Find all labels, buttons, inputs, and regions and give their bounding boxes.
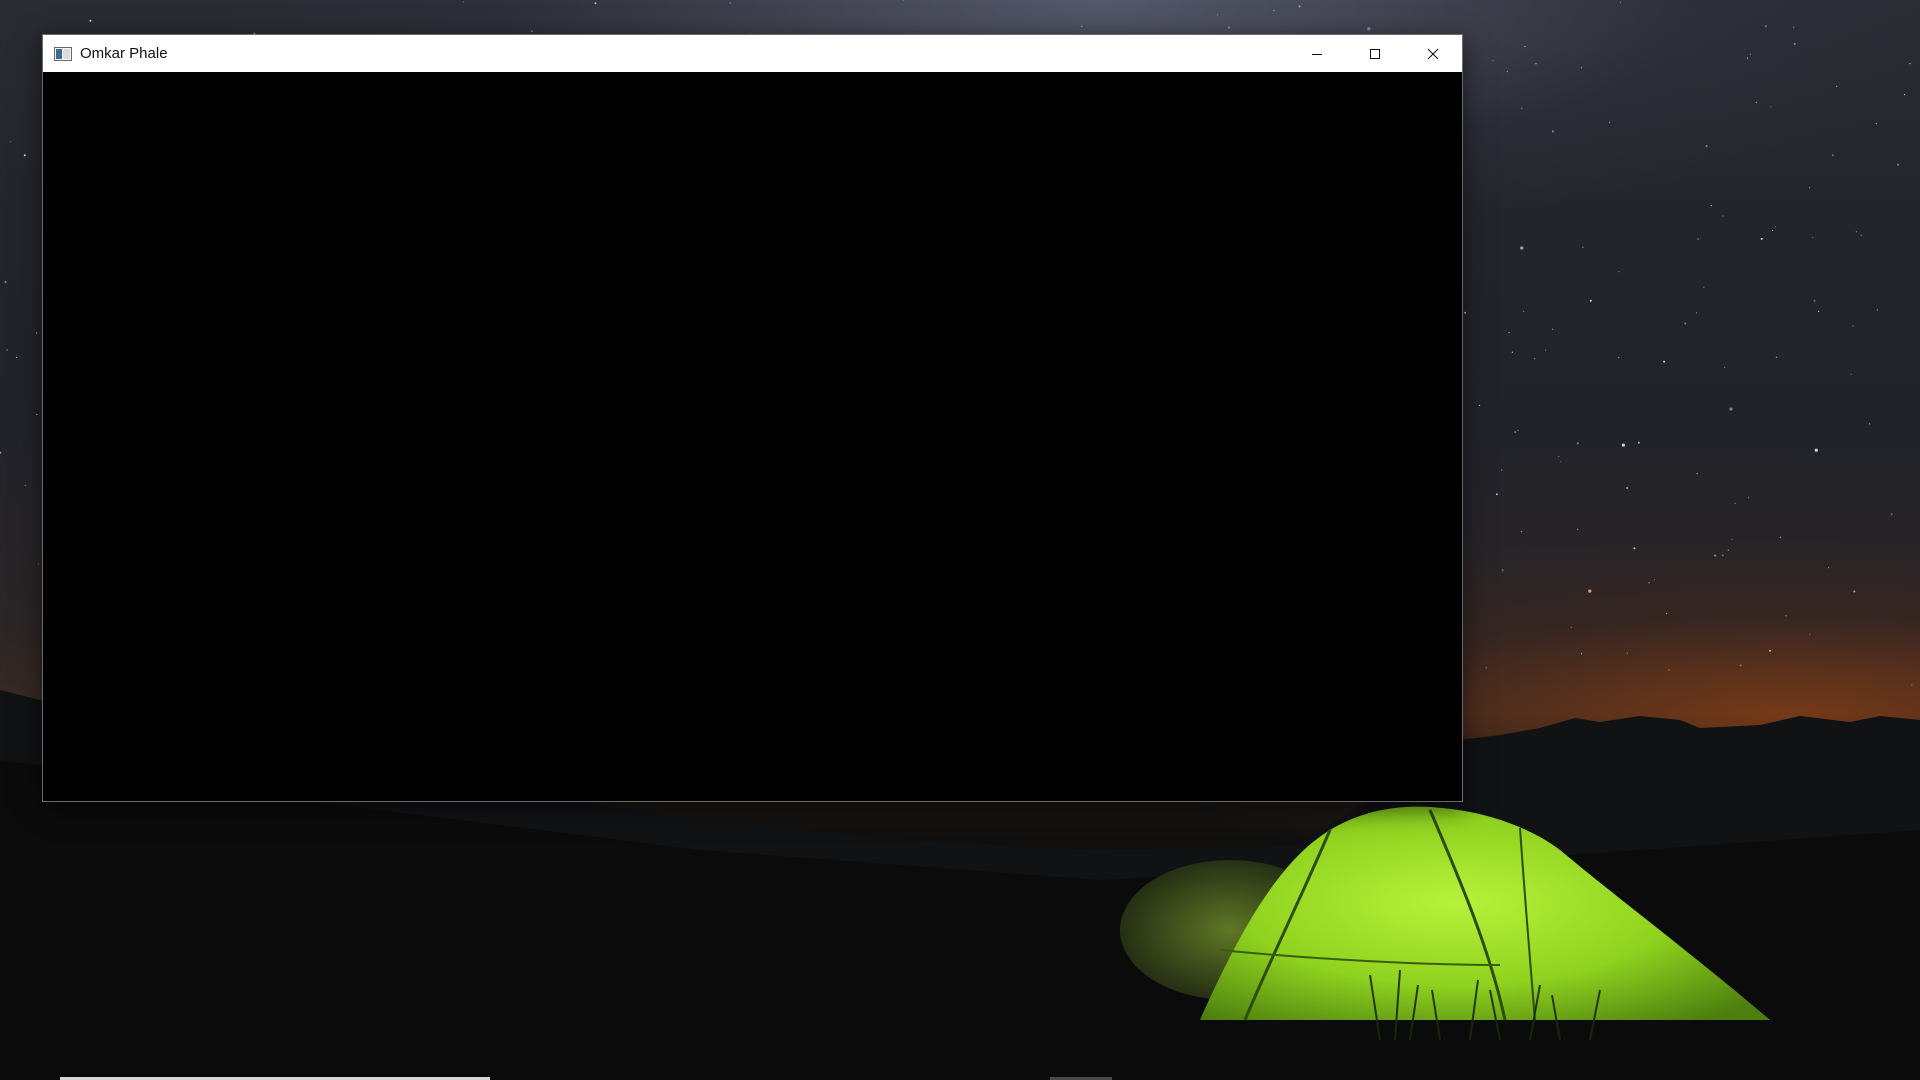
window-client-area[interactable]: [43, 72, 1462, 801]
app-window: Omkar Phale: [42, 34, 1463, 802]
app-window-icon[interactable]: [54, 46, 72, 61]
maximize-button[interactable]: [1346, 35, 1404, 72]
maximize-icon: [1370, 48, 1380, 59]
desktop: Omkar Phale: [0, 0, 1920, 1080]
caption-buttons: [1288, 35, 1462, 72]
close-icon: [1427, 48, 1439, 59]
minimize-icon: [1312, 53, 1322, 55]
window-titlebar[interactable]: Omkar Phale: [43, 35, 1462, 72]
close-button[interactable]: [1404, 35, 1462, 72]
minimize-button[interactable]: [1288, 35, 1346, 72]
window-title: Omkar Phale: [80, 45, 168, 62]
